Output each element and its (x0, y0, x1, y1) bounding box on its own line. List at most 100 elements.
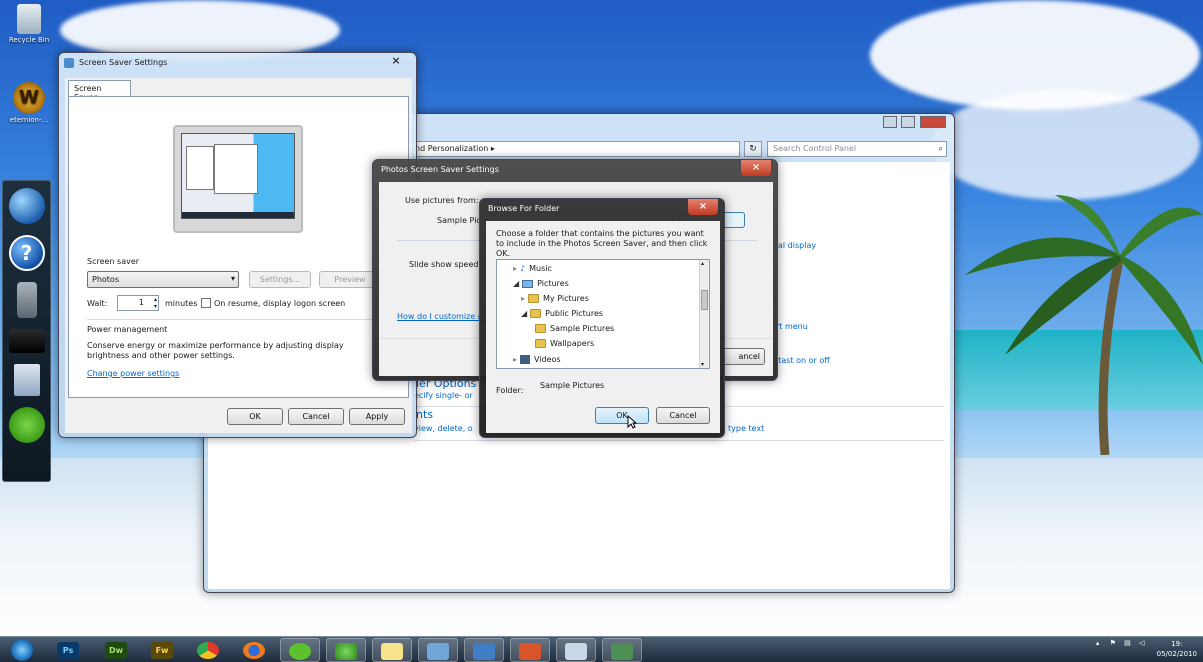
expand-icon[interactable]: ▸ (513, 355, 517, 364)
powerpoint-icon (519, 643, 541, 660)
taskbar-screen[interactable] (464, 638, 504, 662)
preview-screen (181, 133, 295, 219)
cp-link[interactable]: rt menu (776, 322, 808, 331)
close-icon[interactable] (920, 116, 946, 128)
gadget-sidebar: ? (2, 180, 51, 482)
taskbar-spotify[interactable] (280, 638, 320, 662)
dreamweaver-icon: Dw (105, 642, 127, 659)
system-tray: ▴ ⚑ ▤ ◁ 19: 05/02/2010 (1096, 639, 1197, 659)
network-icon[interactable]: ▤ (1124, 639, 1131, 647)
taskbar-chrome[interactable] (188, 638, 228, 662)
power-management-desc: Conserve energy or maximize performance … (87, 341, 344, 360)
tree-item-videos[interactable]: ▸ Videos (513, 352, 561, 367)
taskbar-photoshop[interactable]: Ps (48, 638, 88, 662)
pictures-icon (522, 279, 534, 288)
cp-link[interactable]: view, delete, o (414, 424, 473, 433)
volume-icon[interactable]: ◁ (1139, 639, 1144, 647)
collapse-icon[interactable]: ◢ (513, 279, 519, 288)
browse-body: Choose a folder that contains the pictur… (486, 221, 720, 433)
cp-link[interactable]: itast on or off (776, 356, 830, 365)
search-icon[interactable]: ⌕ (939, 142, 943, 156)
apply-button[interactable]: Apply (349, 408, 405, 425)
use-pictures-label: Use pictures from: (405, 196, 479, 205)
scroll-up-icon[interactable]: ▴ (701, 260, 704, 267)
taskbar-messenger[interactable] (326, 638, 366, 662)
cloud (60, 0, 340, 60)
clock-time: 19: (1171, 640, 1183, 648)
expand-icon[interactable]: ▸ (513, 264, 517, 273)
scroll-down-icon[interactable]: ▾ (701, 361, 704, 368)
flag-icon[interactable]: ⚑ (1110, 639, 1116, 647)
collapse-icon[interactable]: ◢ (521, 309, 527, 318)
resume-checkbox[interactable] (201, 298, 211, 308)
settings-button[interactable]: Settings... (249, 271, 311, 288)
taskbar-dreamweaver[interactable]: Dw (96, 638, 136, 662)
spotify-icon[interactable] (8, 407, 45, 443)
cancel-button[interactable]: Cancel (656, 407, 710, 424)
taskbar: Ps Dw Fw ▴ ⚑ ▤ ◁ 19: 05/02/2010 (0, 636, 1203, 662)
calendar-icon[interactable] (13, 364, 40, 396)
tree-item-music[interactable]: ▸ ♪ Music (513, 261, 552, 276)
expand-icon[interactable]: ▸ (521, 294, 525, 303)
desktop-icon-recycle-bin[interactable]: Recycle Bin (4, 4, 54, 44)
change-power-settings-link[interactable]: Change power settings (87, 369, 179, 378)
tree-scrollbar[interactable]: ▴ ▾ (699, 260, 709, 368)
spinner-arrows-icon[interactable]: ▴ ▾ (154, 296, 157, 310)
close-button[interactable]: × (741, 160, 771, 176)
screen-saver-select[interactable]: Photos ▾ (87, 271, 239, 288)
screen-saver-label: Screen saver (87, 257, 140, 266)
spotify-icon (289, 643, 311, 660)
help-icon[interactable]: ? (8, 235, 45, 271)
ok-button[interactable]: OK (595, 407, 649, 424)
taskbar-control-panel[interactable] (418, 638, 458, 662)
ok-button[interactable]: OK (227, 408, 283, 425)
folder-value: Sample Pictures (540, 381, 605, 390)
taskbar-firefox[interactable] (234, 638, 274, 662)
pencil-cup-icon[interactable] (16, 282, 37, 318)
breadcrumb: nd Personalization (415, 144, 489, 153)
maximize-icon[interactable] (901, 116, 916, 128)
cp-link[interactable]: type text (728, 424, 764, 433)
wait-label: Wait: (87, 299, 108, 308)
preview-taskbar (182, 212, 294, 218)
tree-item-pictures[interactable]: ◢ Pictures (513, 276, 569, 291)
camera-icon[interactable] (8, 329, 45, 353)
power-management-title: Power management (87, 325, 168, 334)
taskbar-display[interactable] (602, 638, 642, 662)
tree-label: Public Pictures (545, 309, 604, 318)
start-button[interactable] (2, 638, 42, 662)
taskbar-powerpoint[interactable] (510, 638, 550, 662)
refresh-icon[interactable]: ↻ (744, 141, 762, 157)
address-bar[interactable]: nd Personalization ▸ (412, 141, 740, 157)
folder-tree[interactable]: ▸ ♪ Music ◢ Pictures ▸ My Pictures ◢ Public P… (496, 259, 710, 369)
tray-expand-icon[interactable]: ▴ (1096, 639, 1100, 647)
folder-input[interactable]: Sample Pictures (532, 379, 710, 393)
wait-value: 1 (138, 298, 144, 307)
scroll-thumb[interactable] (701, 290, 708, 310)
tree-item-wallpapers[interactable]: Wallpapers (535, 336, 594, 351)
wait-spinner[interactable]: 1 ▴ ▾ (117, 295, 159, 311)
globe-icon[interactable] (8, 188, 45, 224)
tree-item-public-pictures[interactable]: ◢ Public Pictures (521, 306, 603, 321)
cp-link[interactable]: nts (416, 408, 433, 421)
cancel-button[interactable]: Cancel (288, 408, 344, 425)
taskbar-fireworks[interactable]: Fw (142, 638, 182, 662)
firefox-icon (243, 642, 265, 659)
close-button[interactable]: × (688, 199, 718, 215)
taskbar-notes[interactable] (372, 638, 412, 662)
tree-item-sample-pictures[interactable]: Sample Pictures (535, 321, 614, 336)
cp-link[interactable]: ecify single- or (414, 391, 473, 400)
clock[interactable]: 19: 05/02/2010 (1157, 639, 1197, 659)
tab-screen-saver[interactable]: Screen Saver (68, 80, 131, 102)
close-button[interactable]: × (382, 53, 410, 69)
videos-icon (520, 355, 531, 364)
cp-link[interactable]: al display (778, 241, 816, 250)
window-title: Photos Screen Saver Settings (381, 165, 499, 174)
dialog-body: Screen Saver Screen saver Photos ▾ Setti… (65, 78, 412, 433)
search-input[interactable]: Search Control Panel ⌕ (767, 141, 947, 157)
minimize-icon[interactable] (882, 116, 897, 128)
taskbar-paint[interactable] (556, 638, 596, 662)
customize-link[interactable]: How do I customize m (397, 312, 486, 321)
desktop-icon-wow[interactable]: W eternion-... (4, 82, 54, 124)
tree-item-my-pictures[interactable]: ▸ My Pictures (521, 291, 589, 306)
